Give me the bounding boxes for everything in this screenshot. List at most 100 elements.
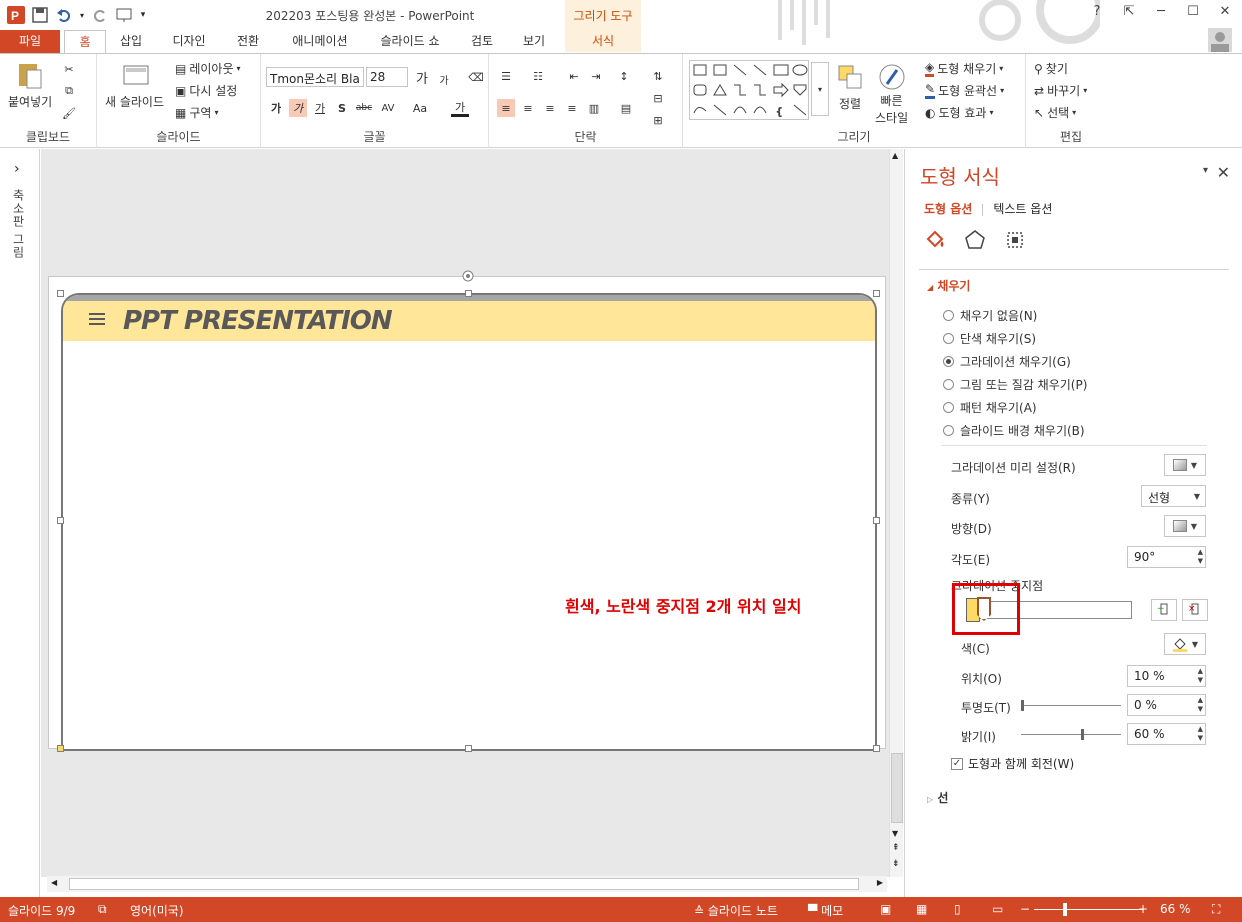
scroll-right-icon[interactable]: ▶ bbox=[877, 878, 883, 887]
pane-close-button[interactable]: ✕ bbox=[1217, 163, 1230, 182]
brightness-spinner[interactable]: 60 % ▲ ▼ bbox=[1127, 723, 1206, 745]
spinner-arrows-icon[interactable]: ▲ ▼ bbox=[1198, 548, 1203, 566]
fit-to-window-icon[interactable]: ⛶ bbox=[1212, 902, 1220, 917]
columns-icon[interactable]: ▤ bbox=[617, 99, 635, 117]
resize-handle-tl[interactable] bbox=[57, 290, 64, 297]
tab-insert[interactable]: 삽입 bbox=[110, 30, 152, 53]
zoom-slider-track[interactable] bbox=[1034, 909, 1144, 910]
radio-solid-fill[interactable]: 단색 채우기(S) bbox=[943, 330, 1036, 347]
tab-transitions[interactable]: 전환 bbox=[226, 30, 270, 53]
underline-button[interactable]: 가 bbox=[311, 99, 329, 117]
close-button[interactable]: ✕ bbox=[1214, 4, 1236, 19]
decrease-indent-icon[interactable]: ⇤ bbox=[565, 67, 583, 85]
grow-font-button[interactable]: 가 bbox=[413, 68, 431, 87]
tab-design[interactable]: 디자인 bbox=[162, 30, 216, 53]
select-button[interactable]: ↖ 선택 ▾ bbox=[1034, 104, 1076, 121]
smartart-icon[interactable]: ⊞ bbox=[649, 111, 667, 129]
copy-icon[interactable]: ⧉ bbox=[60, 82, 78, 100]
align-text-icon[interactable]: ⊟ bbox=[649, 89, 667, 107]
replace-button[interactable]: ⇄ 바꾸기 ▾ bbox=[1034, 82, 1087, 99]
transparency-spinner[interactable]: 0 % ▲ ▼ bbox=[1127, 694, 1206, 716]
vertical-scrollbar[interactable]: ▲ ▼ ⇞ ⇟ bbox=[889, 149, 903, 877]
notes-button[interactable]: ≙ 슬라이드 노트 bbox=[694, 902, 778, 919]
character-spacing-button[interactable]: AV bbox=[379, 99, 397, 117]
change-case-button[interactable]: Aa bbox=[411, 99, 429, 117]
quick-styles-button[interactable]: 빠른 스타일 bbox=[875, 62, 908, 126]
language-indicator[interactable]: 영어(미국) bbox=[130, 902, 184, 919]
tab-format[interactable]: 서식 bbox=[565, 30, 641, 53]
transparency-slider-knob[interactable] bbox=[1021, 700, 1024, 711]
adjust-handle-bl[interactable] bbox=[57, 745, 64, 752]
tab-slideshow[interactable]: 슬라이드 쇼 bbox=[370, 30, 450, 53]
resize-handle-l[interactable] bbox=[57, 517, 64, 524]
reset-button[interactable]: ▣ 다시 설정 bbox=[175, 82, 237, 99]
text-direction-icon[interactable]: ⇅ bbox=[649, 67, 667, 85]
zoom-slider-knob[interactable] bbox=[1063, 903, 1067, 916]
spinner-arrows-icon[interactable]: ▲ ▼ bbox=[1198, 667, 1203, 685]
zoom-in-button[interactable]: + bbox=[1138, 902, 1148, 916]
resize-handle-tr[interactable] bbox=[873, 290, 880, 297]
rotate-with-shape-checkbox[interactable]: ✓ 도형과 함께 회전(W) bbox=[951, 755, 1074, 772]
shapes-gallery[interactable]: { bbox=[689, 60, 809, 120]
tab-shape-options[interactable]: 도형 옵션 bbox=[924, 202, 972, 216]
new-slide-button[interactable]: 새 슬라이드 bbox=[105, 60, 164, 110]
resize-handle-t[interactable] bbox=[465, 290, 472, 297]
angle-spinner[interactable]: 90° ▲ ▼ bbox=[1127, 546, 1206, 568]
justify-icon[interactable]: ≡ bbox=[563, 99, 581, 117]
distribute-icon[interactable]: ▥ bbox=[585, 99, 603, 117]
type-dropdown[interactable]: 선형 ▼ bbox=[1141, 485, 1206, 507]
effects-pentagon-icon[interactable] bbox=[964, 229, 986, 251]
zoom-level[interactable]: 66 % bbox=[1160, 902, 1191, 916]
section-button[interactable]: ▦ 구역 ▾ bbox=[175, 104, 218, 121]
slide-number[interactable]: 슬라이드 9/9 bbox=[8, 902, 75, 919]
slide-sorter-icon[interactable]: ▦ bbox=[916, 902, 927, 916]
scroll-down-icon[interactable]: ▼ bbox=[892, 829, 898, 838]
layout-button[interactable]: ▤ 레이아웃 ▾ bbox=[175, 60, 241, 77]
next-slide-icon[interactable]: ⇟ bbox=[892, 859, 900, 869]
color-picker-dropdown[interactable]: ▼ bbox=[1164, 633, 1206, 655]
line-section-header[interactable]: ▷ 선 bbox=[927, 789, 948, 806]
align-left-icon[interactable]: ≡ bbox=[497, 99, 515, 117]
spinner-arrows-icon[interactable]: ▲ ▼ bbox=[1198, 696, 1203, 714]
brightness-slider-track[interactable] bbox=[1021, 734, 1121, 735]
shadow-button[interactable]: S bbox=[333, 99, 351, 117]
rotate-handle-icon[interactable] bbox=[461, 269, 475, 283]
previous-slide-icon[interactable]: ⇞ bbox=[892, 843, 900, 853]
comments-button[interactable]: ▀ 메모 bbox=[808, 902, 843, 919]
italic-button[interactable]: 가 bbox=[289, 99, 307, 117]
resize-handle-r[interactable] bbox=[873, 517, 880, 524]
tab-text-options[interactable]: 텍스트 옵션 bbox=[993, 202, 1052, 216]
horizontal-scroll-thumb[interactable] bbox=[69, 878, 859, 890]
format-painter-icon[interactable]: 🖌 bbox=[60, 104, 78, 122]
position-spinner[interactable]: 10 % ▲ ▼ bbox=[1127, 665, 1206, 687]
transparency-slider-track[interactable] bbox=[1021, 705, 1121, 706]
direction-dropdown[interactable]: ▼ bbox=[1164, 515, 1206, 537]
radio-picture-fill[interactable]: 그림 또는 질감 채우기(P) bbox=[943, 376, 1087, 393]
help-button[interactable]: ? bbox=[1086, 4, 1108, 19]
font-family-combo[interactable]: Tmon몬소리 Bla bbox=[266, 67, 364, 87]
brightness-slider-knob[interactable] bbox=[1081, 729, 1084, 740]
reading-view-icon[interactable]: ▯ bbox=[954, 902, 961, 916]
cut-icon[interactable]: ✂ bbox=[60, 60, 78, 78]
remove-gradient-stop-button[interactable]: × bbox=[1182, 599, 1208, 621]
bullets-icon[interactable]: ☰ bbox=[497, 67, 515, 85]
tab-view[interactable]: 보기 bbox=[514, 30, 554, 53]
shape-outline-button[interactable]: ✎ 도형 윤곽선 ▾ bbox=[925, 82, 1004, 99]
increase-indent-icon[interactable]: ⇥ bbox=[587, 67, 605, 85]
ribbon-display-options-button[interactable]: ⇱ bbox=[1118, 4, 1140, 19]
radio-pattern-fill[interactable]: 패턴 채우기(A) bbox=[943, 399, 1037, 416]
line-spacing-icon[interactable]: ↕ bbox=[615, 67, 633, 85]
font-size-combo[interactable]: 28 bbox=[366, 67, 408, 87]
thumbnails-label[interactable]: 축소판 그림 bbox=[10, 189, 27, 259]
scroll-left-icon[interactable]: ◀ bbox=[51, 878, 57, 887]
numbering-icon[interactable]: ☷ bbox=[529, 67, 547, 85]
size-properties-icon[interactable] bbox=[1004, 229, 1026, 251]
minimize-button[interactable]: ─ bbox=[1150, 4, 1172, 19]
tab-review[interactable]: 검토 bbox=[462, 30, 502, 53]
bold-button[interactable]: 가 bbox=[267, 99, 285, 117]
preset-gradients-dropdown[interactable]: ▼ bbox=[1164, 454, 1206, 476]
align-right-icon[interactable]: ≡ bbox=[541, 99, 559, 117]
add-gradient-stop-button[interactable]: + bbox=[1151, 599, 1177, 621]
shrink-font-button[interactable]: 가 bbox=[435, 70, 453, 88]
normal-view-icon[interactable]: ▣ bbox=[880, 902, 891, 916]
